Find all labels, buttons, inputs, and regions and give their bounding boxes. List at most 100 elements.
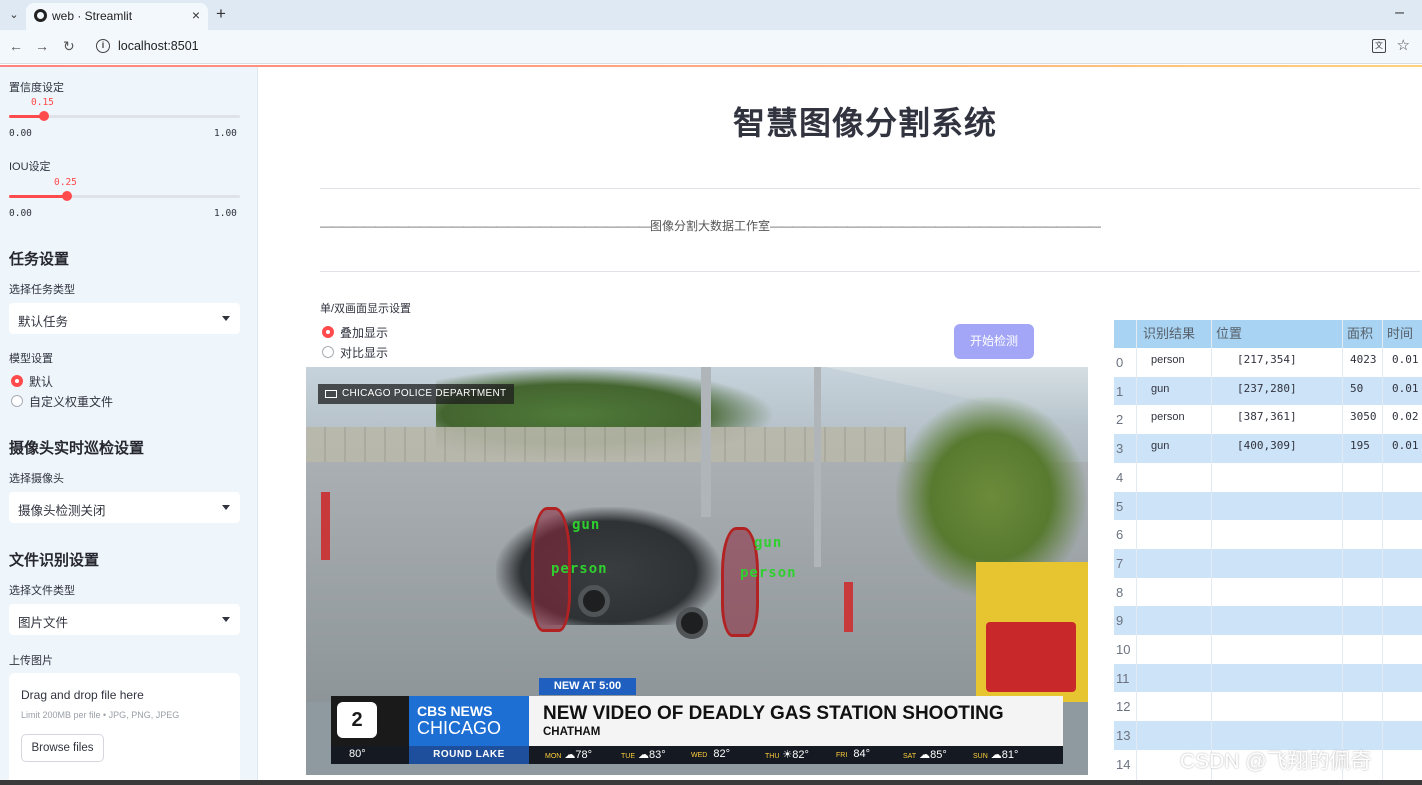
- window-minimize-button[interactable]: –: [1395, 4, 1404, 22]
- table-row[interactable]: 12: [1114, 692, 1422, 721]
- table-cell-index: 11: [1116, 670, 1130, 686]
- table-row[interactable]: 7: [1114, 548, 1422, 578]
- table-row[interactable]: 5: [1114, 491, 1422, 521]
- tab-close-icon[interactable]: ×: [192, 7, 200, 23]
- reload-icon[interactable]: ↻: [63, 38, 75, 55]
- chevron-down-icon: [222, 316, 230, 321]
- taskbar-strip: [0, 780, 1422, 785]
- column-divider: [1136, 320, 1137, 785]
- column-header[interactable]: 时间: [1381, 320, 1422, 348]
- scene-truck-panel: [986, 622, 1076, 692]
- browse-files-button[interactable]: Browse files: [21, 734, 104, 762]
- weather-ticker: 80° ROUND LAKE MON ☁78° TUE ☁83° WED 82° T…: [331, 746, 1063, 764]
- brand-top: CBS NEWS: [417, 703, 493, 719]
- table-cell-time: 0.01: [1392, 439, 1419, 453]
- table-cell-index: 5: [1116, 498, 1124, 514]
- camera-settings-header: 摄像头实时巡检设置: [9, 440, 145, 457]
- divider: [320, 271, 1420, 272]
- camera-select[interactable]: 摄像头检测关闭: [9, 492, 240, 523]
- table-cell-index: 2: [1116, 412, 1124, 428]
- dropzone-limit: Limit 200MB per file • JPG, PNG, JPEG: [21, 710, 180, 720]
- table-row[interactable]: 1 gun [237,280] 50 0.01: [1114, 376, 1422, 406]
- model-option-label: 自定义权重文件: [29, 395, 114, 409]
- bookmark-star-icon[interactable]: ☆: [1397, 36, 1410, 54]
- source-overlay: CHICAGO POLICE DEPARTMENT: [318, 384, 515, 404]
- table-cell-name: gun: [1151, 440, 1170, 453]
- column-divider: [1211, 320, 1212, 785]
- table-cell-index: 8: [1116, 584, 1124, 600]
- display-option-label: 对比显示: [340, 346, 389, 360]
- table-cell-time: 0.01: [1392, 381, 1419, 395]
- table-row[interactable]: 2 person [387,361] 3050 0.02: [1114, 405, 1422, 434]
- radio-unchecked-icon[interactable]: [11, 395, 23, 407]
- table-cell-area: 3050: [1350, 410, 1377, 424]
- table-row[interactable]: 3 gun [400,309] 195 0.01: [1114, 434, 1422, 463]
- iou-max: 1.00: [214, 208, 237, 219]
- forecast-day: SAT ☁85°: [903, 749, 947, 761]
- file-type-select[interactable]: 图片文件: [9, 604, 240, 635]
- main-content: 智慧图像分割系统 ——————————————————————————————图…: [259, 67, 1422, 785]
- url-field[interactable]: i localhost:8501: [92, 34, 1388, 60]
- tab-title: web · Streamlit: [52, 9, 133, 23]
- back-icon[interactable]: ←: [9, 38, 23, 54]
- forecast-day: WED 82°: [691, 748, 731, 760]
- tab-search-icon[interactable]: ⌄: [4, 5, 24, 25]
- forecast-day: FRI 84°: [836, 748, 870, 760]
- camera-icon: [325, 390, 337, 398]
- scene-bollard: [321, 492, 330, 560]
- radio-checked-icon[interactable]: [322, 326, 334, 338]
- column-header[interactable]: 面积: [1341, 320, 1381, 348]
- confidence-label: 置信度设定: [9, 82, 64, 94]
- file-type-value: 图片文件: [18, 616, 69, 630]
- table-cell-index: 3: [1116, 441, 1124, 457]
- watermark: CSDN @飞翔的佩奇: [1180, 750, 1372, 773]
- start-detection-button[interactable]: 开始检测: [954, 324, 1034, 359]
- table-cell-index: 6: [1116, 527, 1124, 543]
- browser-tab[interactable]: web · Streamlit ×: [26, 3, 208, 30]
- radio-unchecked-icon[interactable]: [322, 346, 334, 358]
- detection-label: gun: [754, 535, 783, 551]
- new-tab-button[interactable]: +: [216, 4, 226, 24]
- file-type-label: 选择文件类型: [9, 585, 75, 597]
- confidence-slider-thumb[interactable]: [38, 111, 49, 121]
- confidence-value: 0.15: [31, 97, 54, 108]
- table-row[interactable]: 4: [1114, 463, 1422, 492]
- table-row[interactable]: 9: [1114, 606, 1422, 635]
- site-info-icon[interactable]: i: [96, 39, 110, 53]
- forward-icon[interactable]: →: [35, 38, 49, 54]
- results-table[interactable]: 识别结果 位置 面积 时间 0 person [217,354] 4023 0.01 1 g…: [1114, 320, 1422, 785]
- scene-wheel: [578, 585, 610, 617]
- column-header[interactable]: 识别结果: [1137, 320, 1217, 348]
- task-type-label: 选择任务类型: [9, 284, 75, 296]
- model-option-label: 默认: [29, 375, 54, 389]
- task-type-select[interactable]: 默认任务: [9, 303, 240, 334]
- column-header[interactable]: 位置: [1210, 320, 1330, 348]
- display-mode-label: 单/双画面显示设置: [320, 303, 412, 315]
- news-headline: NEW VIDEO OF DEADLY GAS STATION SHOOTING: [543, 703, 1004, 724]
- table-row[interactable]: 11: [1114, 663, 1422, 693]
- table-cell-time: 0.01: [1392, 353, 1419, 366]
- scene-wheel: [676, 607, 708, 639]
- table-row[interactable]: 0 person [217,354] 4023 0.01: [1114, 348, 1422, 377]
- iou-slider-thumb[interactable]: [61, 191, 72, 201]
- task-settings-header: 任务设置: [9, 251, 70, 268]
- divider: [320, 188, 1420, 189]
- table-row[interactable]: 6: [1114, 520, 1422, 549]
- source-overlay-text: CHICAGO POLICE DEPARTMENT: [342, 388, 507, 399]
- table-cell-name: person: [1151, 354, 1185, 366]
- table-cell-pos: [237,280]: [1237, 381, 1297, 395]
- table-row[interactable]: 10: [1114, 635, 1422, 664]
- confidence-slider[interactable]: [9, 111, 240, 121]
- translate-icon[interactable]: 文: [1372, 39, 1386, 53]
- table-row[interactable]: 8: [1114, 578, 1422, 607]
- forecast-day: TUE ☁83°: [621, 749, 666, 761]
- detection-label: gun: [572, 517, 601, 533]
- iou-slider[interactable]: [9, 191, 240, 201]
- table-cell-pos: [217,354]: [1237, 353, 1297, 366]
- url-text[interactable]: localhost:8501: [118, 39, 199, 53]
- detection-label: person: [740, 565, 797, 581]
- file-dropzone[interactable]: Drag and drop file here Limit 200MB per …: [9, 673, 240, 785]
- address-bar: ← → ↻ i localhost:8501 文 ☆: [0, 30, 1422, 64]
- table-cell-pos: [387,361]: [1237, 410, 1297, 424]
- radio-checked-icon[interactable]: [11, 375, 23, 387]
